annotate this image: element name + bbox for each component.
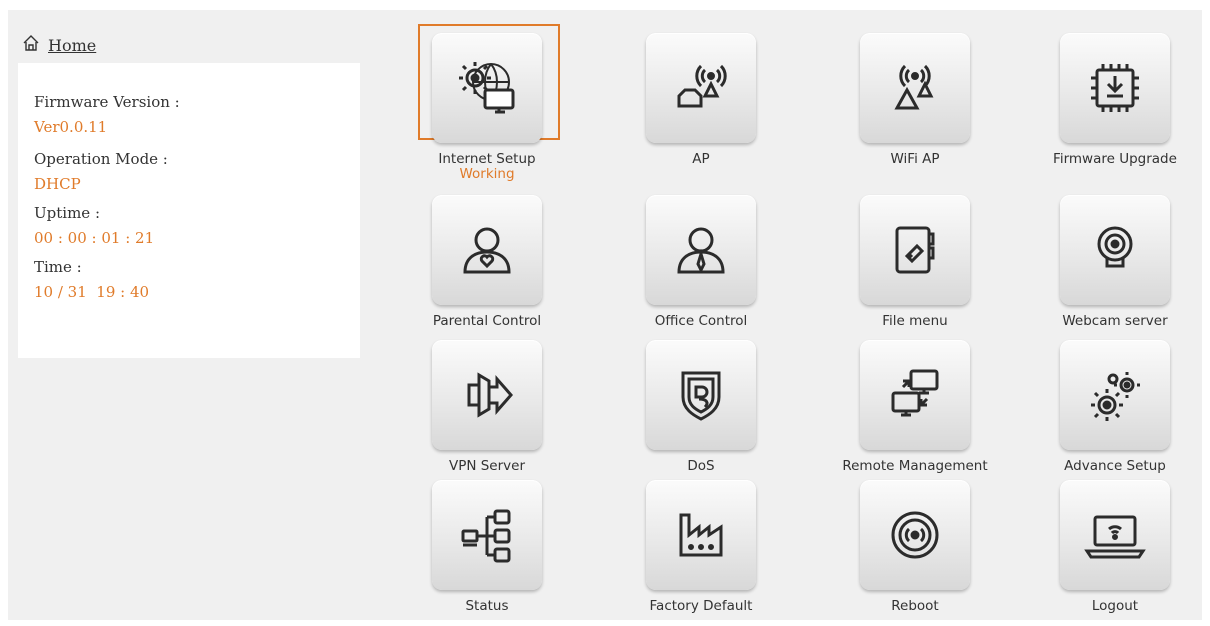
tile-webcam-server[interactable]: Webcam server (1008, 195, 1210, 329)
tile-label: File menu (882, 313, 948, 329)
tile-file-menu[interactable]: File menu (808, 195, 1022, 329)
tile-reboot[interactable]: Reboot (808, 480, 1022, 614)
parent-heart-icon[interactable] (432, 195, 542, 305)
tile-status: Working (459, 166, 515, 182)
tile-label: WiFi AP (890, 151, 940, 167)
globe-gear-monitor-icon[interactable] (432, 33, 542, 143)
webcam-icon[interactable] (1060, 195, 1170, 305)
operation-mode-label: Operation Mode : (34, 150, 168, 168)
tile-label: Firmware Upgrade (1053, 151, 1177, 167)
tile-label: Factory Default (649, 598, 753, 614)
function-grid: Internet Setup Working AP WiFi AP Firmwa… (378, 10, 1210, 626)
system-info-box: Firmware Version : Ver0.0.11 Operation M… (18, 63, 360, 358)
tile-status[interactable]: Status (380, 480, 594, 614)
shield-icon[interactable] (646, 340, 756, 450)
tile-label: Internet Setup (438, 151, 536, 167)
reboot-signal-icon[interactable] (860, 480, 970, 590)
tile-label: VPN Server (448, 458, 526, 474)
gears-icon[interactable] (1060, 340, 1170, 450)
tile-label: Webcam server (1062, 313, 1168, 329)
tile-parental-control[interactable]: Parental Control (380, 195, 594, 329)
laptop-wifi-icon[interactable] (1060, 480, 1170, 590)
tile-label: AP (692, 151, 710, 167)
tile-firmware-upgrade[interactable]: Firmware Upgrade (1008, 33, 1210, 167)
tile-wifi-ap[interactable]: WiFi AP (808, 33, 1022, 167)
tile-internet-setup[interactable]: Internet Setup Working (380, 24, 594, 182)
remote-screens-icon[interactable] (860, 340, 970, 450)
tile-office-control[interactable]: Office Control (594, 195, 808, 329)
tile-advance-setup[interactable]: Advance Setup (1008, 340, 1210, 474)
tile-ap[interactable]: AP (594, 33, 808, 167)
tile-label: Logout (1091, 598, 1139, 614)
tile-vpn-server[interactable]: VPN Server (380, 340, 594, 474)
tile-label: Parental Control (432, 313, 542, 329)
time-value: 10 / 31 19 : 40 (34, 283, 150, 301)
file-folder-icon[interactable] (860, 195, 970, 305)
home-icon (22, 34, 40, 56)
uptime-value: 00 : 00 : 01 : 21 (34, 229, 155, 247)
tile-label: Status (465, 598, 509, 614)
firmware-version-value: Ver0.0.11 (34, 118, 108, 136)
tile-label: Office Control (654, 313, 748, 329)
firmware-version-label: Firmware Version : (34, 93, 180, 111)
uptime-label: Uptime : (34, 204, 100, 222)
access-point-icon[interactable] (646, 33, 756, 143)
wifi-antenna-icon[interactable] (860, 33, 970, 143)
office-person-tie-icon[interactable] (646, 195, 756, 305)
home-label[interactable]: Home (48, 36, 96, 55)
home-link[interactable]: Home (22, 34, 96, 56)
vpn-door-arrow-icon[interactable] (432, 340, 542, 450)
tile-dos[interactable]: DoS (594, 340, 808, 474)
time-label: Time : (34, 258, 82, 276)
tile-factory-default[interactable]: Factory Default (594, 480, 808, 614)
chip-download-icon[interactable] (1060, 33, 1170, 143)
network-tree-icon[interactable] (432, 480, 542, 590)
tile-label: Remote Management (842, 458, 988, 474)
tile-label: Advance Setup (1064, 458, 1166, 474)
status-sidebar: Home Firmware Version : Ver0.0.11 Operat… (8, 22, 366, 358)
tile-label: DoS (687, 458, 715, 474)
operation-mode-value: DHCP (34, 175, 81, 193)
factory-icon[interactable] (646, 480, 756, 590)
tile-label: Reboot (891, 598, 939, 614)
tile-logout[interactable]: Logout (1008, 480, 1210, 614)
tile-remote-management[interactable]: Remote Management (808, 340, 1022, 474)
